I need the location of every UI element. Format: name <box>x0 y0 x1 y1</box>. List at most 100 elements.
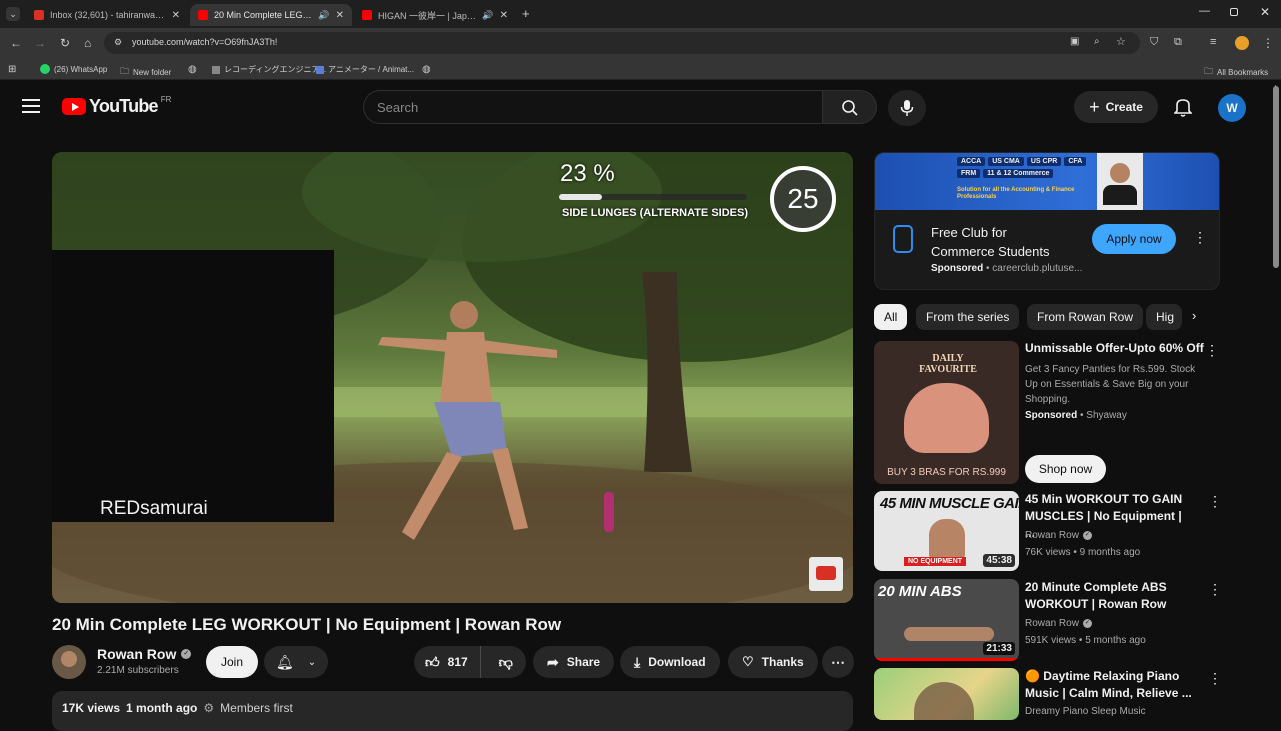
youtube-logo[interactable]: YouTube FR <box>62 95 171 117</box>
tab-youtube-higan[interactable]: HIGAN 一彼岸一 | Japanes 🔊 ✕ <box>354 4 516 26</box>
chip-all[interactable]: All <box>874 304 908 330</box>
extensions-icon[interactable]: ⧉ <box>1174 36 1182 49</box>
speaker-icon[interactable]: 🔊 <box>482 10 493 21</box>
bookmark-animator[interactable]: アニメーター / Animat... <box>316 64 414 75</box>
bookmark-star-icon[interactable]: ☆ <box>1116 35 1126 48</box>
tab-search-button[interactable]: ⌄ <box>6 7 20 21</box>
create-button[interactable]: + Create <box>1074 91 1158 123</box>
rec-person-shape <box>904 627 994 641</box>
account-avatar[interactable]: W <box>1218 94 1246 122</box>
hamburger-menu-icon[interactable] <box>22 99 40 113</box>
join-button[interactable]: Join <box>206 646 258 678</box>
media-controls-icon[interactable]: ≡ <box>1210 36 1216 48</box>
apps-grid-icon[interactable]: ⊞ <box>8 64 16 75</box>
overlay-name: REDsamurai <box>100 498 208 519</box>
tab-title: 20 Min Complete LEG WOR <box>214 10 312 20</box>
exercise-label: SIDE LUNGES (ALTERNATE SIDES) <box>562 207 748 219</box>
speaker-icon[interactable]: 🔊 <box>318 10 329 21</box>
rec-more-icon[interactable]: ⋮ <box>1208 581 1222 598</box>
download-button[interactable]: ⤓ Download <box>620 646 720 678</box>
rec-title[interactable]: 🟠 Daytime Relaxing Piano Music | Calm Mi… <box>1025 668 1195 702</box>
chips-next-chevron-icon[interactable]: › <box>1192 308 1196 323</box>
rec-thumbnail[interactable] <box>874 668 1019 720</box>
rec-more-icon[interactable]: ⋮ <box>1208 493 1222 510</box>
bookmark-globe-2[interactable]: ◍ <box>422 64 431 75</box>
like-button[interactable]: 👍︎ 817 <box>414 646 481 678</box>
new-tab-button[interactable]: + <box>522 6 530 21</box>
sidebar-ad[interactable]: ACCA US CMA US CPR CFA FRM 11 & 12 Comme… <box>874 152 1220 290</box>
rec-thumbnail[interactable]: 20 MIN ABS 21:33 <box>874 579 1019 661</box>
zoom-icon[interactable]: ⌕ <box>1094 36 1100 47</box>
page-icon <box>316 65 324 74</box>
rec-more-icon[interactable]: ⋮ <box>1208 670 1222 687</box>
voice-search-button[interactable] <box>888 90 926 126</box>
webcam-overlay: REDsamurai <box>52 250 334 522</box>
rec-ad-title[interactable]: Unmissable Offer-Upto 60% Off <box>1025 340 1205 357</box>
bookmark-new-folder[interactable]: 🗀 New folder <box>120 64 171 80</box>
microphone-icon <box>900 100 914 116</box>
maximize-button[interactable] <box>1230 8 1238 16</box>
bookmark-recording-engineer[interactable]: レコーディングエンジニア... <box>212 64 326 75</box>
profile-avatar-icon[interactable] <box>1235 36 1249 50</box>
tab-gmail[interactable]: Inbox (32,601) - tahiranwarcomb@ ✕ <box>26 4 188 26</box>
workout-progress-fill <box>559 194 603 200</box>
home-icon[interactable]: ⌂ <box>84 36 91 50</box>
rec-ad-more-icon[interactable]: ⋮ <box>1205 342 1219 359</box>
share-button[interactable]: ➦ Share <box>533 646 615 678</box>
menu-kebab-icon[interactable]: ⋮ <box>1262 36 1274 50</box>
extension-shield-icon[interactable]: ⛉ <box>1150 36 1158 49</box>
close-icon[interactable]: ✕ <box>172 10 180 21</box>
close-icon[interactable]: ✕ <box>336 10 344 21</box>
apply-now-button[interactable]: Apply now <box>1092 224 1176 254</box>
ad-presenter-photo <box>1097 153 1143 210</box>
chip-from-rowan-row[interactable]: From Rowan Row <box>1027 304 1144 330</box>
ad-domain: careerclub.plutuse... <box>992 263 1083 274</box>
close-icon[interactable]: ✕ <box>500 10 508 21</box>
chip-from-the-series[interactable]: From the series <box>916 304 1020 330</box>
bookmarks-bar: ⊞ (26) WhatsApp 🗀 New folder ◍ レコーディングエン… <box>0 58 1281 80</box>
subscribe-watermark-icon[interactable] <box>809 557 843 591</box>
globe-icon: ◍ <box>422 64 431 75</box>
close-window-button[interactable]: ✕ <box>1260 5 1270 19</box>
video-duration: 21:33 <box>983 642 1015 655</box>
minimize-button[interactable]: — <box>1199 5 1210 17</box>
channel-avatar[interactable] <box>52 645 86 679</box>
browser-tab-bar: ⌄ Inbox (32,601) - tahiranwarcomb@ ✕ 20 … <box>0 0 1281 28</box>
more-actions-button[interactable]: ⋯ <box>822 646 854 678</box>
heart-dollar-icon: ♡ <box>742 654 754 669</box>
chip-hig[interactable]: Hig <box>1146 304 1182 330</box>
forward-icon[interactable]: → <box>34 36 46 50</box>
rec-thumbnail[interactable]: 45 MIN MUSCLE GAIN NO EQUIPMENT 45:38 <box>874 491 1019 571</box>
tab-title: HIGAN 一彼岸一 | Japanes <box>378 10 477 21</box>
back-icon[interactable]: ← <box>10 36 22 50</box>
ad-more-icon[interactable]: ⋮ <box>1193 229 1207 246</box>
thanks-button[interactable]: ♡ Thanks <box>728 646 818 678</box>
rec-title[interactable]: 20 Minute Complete ABS WORKOUT | Rowan R… <box>1025 579 1195 613</box>
bookmark-globe[interactable]: ◍ <box>188 64 197 75</box>
rec-progress-bar <box>874 658 1019 661</box>
globe-icon: ◍ <box>188 64 197 75</box>
rec-channel: Rowan Row ✓ <box>1025 618 1092 629</box>
cast-icon[interactable]: ▣ <box>1070 36 1079 47</box>
bookmark-whatsapp[interactable]: (26) WhatsApp <box>40 64 107 74</box>
site-info-icon[interactable]: ⚙ <box>114 37 122 48</box>
page-scrollbar[interactable] <box>1273 86 1279 268</box>
video-player[interactable]: 23 % SIDE LUNGES (ALTERNATE SIDES) 25 RE… <box>52 152 853 603</box>
search-button[interactable] <box>823 90 877 124</box>
reload-icon[interactable]: ↻ <box>60 36 70 50</box>
rec-ad-thumbnail[interactable]: DAILY FAVOURITE BUY 3 BRAS FOR RS.999 <box>874 341 1019 484</box>
dislike-button[interactable]: 👎︎ <box>489 654 513 671</box>
shop-now-button[interactable]: Shop now <box>1025 455 1106 483</box>
youtube-icon <box>198 10 208 20</box>
search-input[interactable]: Search <box>363 90 823 124</box>
all-bookmarks[interactable]: 🗀 All Bookmarks <box>1204 64 1268 80</box>
folder-icon: 🗀 <box>120 66 130 76</box>
tab-youtube-active[interactable]: 20 Min Complete LEG WOR 🔊 ✕ <box>190 4 352 26</box>
description-box[interactable]: 17K views 1 month ago ⚙ Members first <box>52 691 853 731</box>
subscription-bell-button[interactable]: 🔔︎ ⌄ <box>264 646 328 678</box>
url-text[interactable]: youtube.com/watch?v=O69fnJA3Th! <box>132 37 277 47</box>
channel-name[interactable]: Rowan Row ✓ <box>97 646 192 662</box>
url-bar[interactable]: ⚙ youtube.com/watch?v=O69fnJA3Th! ▣ ⌕ ☆ <box>104 32 1140 54</box>
notifications-bell-icon[interactable] <box>1174 97 1192 117</box>
rec-meta: 76K views • 9 months ago <box>1025 547 1141 558</box>
